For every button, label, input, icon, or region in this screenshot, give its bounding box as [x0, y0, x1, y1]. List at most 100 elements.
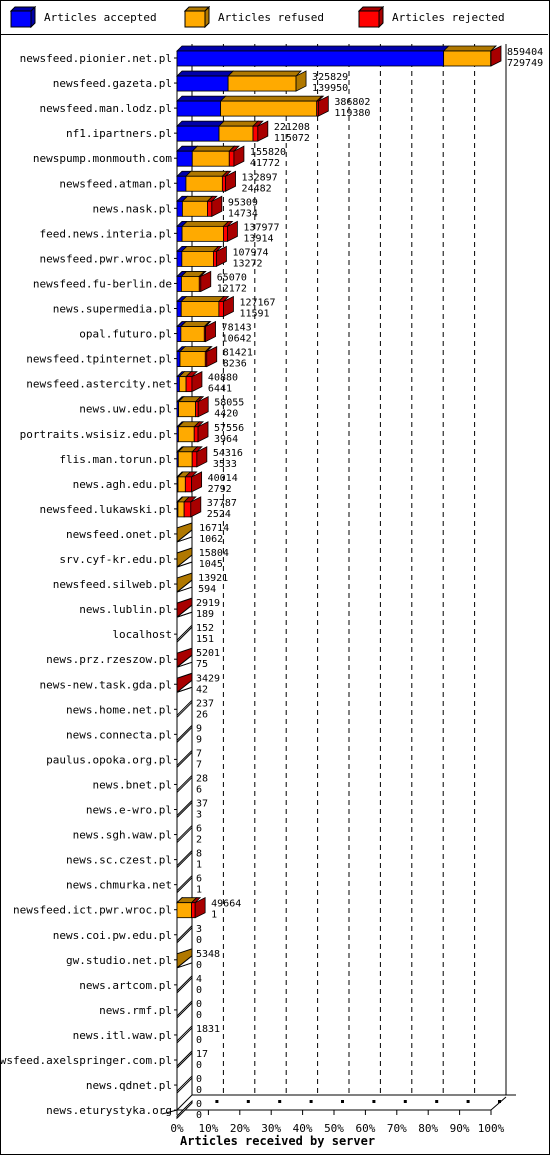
bar-accepted — [176, 175, 187, 192]
category-label: news.prz.rzeszow.pl — [46, 653, 172, 666]
bar-refused — [177, 476, 186, 493]
bar-rejected — [228, 150, 235, 167]
bar-refused — [176, 902, 192, 919]
value-label-total: 237 — [196, 698, 214, 709]
category-label: gw.studio.net.pl — [66, 954, 172, 967]
x-tick-marker — [372, 1100, 376, 1103]
x-tick-marker — [278, 1100, 282, 1103]
category-label: news.itl.waw.pl — [73, 1029, 172, 1042]
value-label-accepted: 11591 — [239, 309, 269, 320]
bar-refused — [181, 276, 200, 292]
bar-rejected — [185, 376, 193, 393]
bar-row: newsfeed.man.lodz.pl 386802119380 — [40, 95, 370, 119]
x-tick-marker — [246, 1100, 250, 1103]
bar-refused-top — [227, 70, 303, 77]
value-label-accepted: 75 — [196, 659, 208, 670]
bar-refused — [218, 125, 254, 142]
category-label: news.agh.edu.pl — [73, 478, 172, 491]
bar-row: newsfeed.lukawski.pl 377872524 — [40, 496, 237, 520]
bar-row: srv.cyf-kr.edu.pl 158041045 — [59, 547, 229, 570]
x-tick-marker — [466, 1100, 470, 1103]
value-label-total: 40014 — [208, 473, 238, 484]
bar-row: news.uw.edu.pl 580554420 — [79, 396, 244, 420]
bar-row: localhost 152151 — [112, 623, 214, 645]
bar-empty — [176, 849, 193, 869]
value-label-total: 6 — [196, 824, 202, 835]
bar-refused — [177, 501, 185, 518]
category-label: news.coi.pw.edu.pl — [53, 929, 172, 942]
bar-row: news.sgh.waw.pl 62 — [73, 824, 202, 846]
value-label-total: 3429 — [196, 673, 220, 684]
category-label: news.e-wro.pl — [86, 804, 172, 817]
category-label: feed.news.interia.pl — [40, 227, 172, 240]
bar-row: newspump.monmouth.com 15582041772 — [33, 145, 286, 169]
value-label-total: 155820 — [250, 147, 286, 158]
bar-accepted — [176, 326, 182, 342]
bar-row: news.lublin.pl 2919189 — [79, 597, 220, 620]
bar-rejected — [223, 225, 228, 242]
value-label-accepted: 0 — [196, 1110, 202, 1121]
category-label: paulus.opoka.org.pl — [46, 753, 172, 766]
bar-accepted — [176, 250, 183, 267]
value-label-total: 13921 — [198, 573, 228, 584]
value-label-accepted: 3533 — [213, 459, 237, 470]
bar-row: news.rmf.pl 00 — [99, 999, 202, 1021]
value-label-accepted: 3 — [196, 810, 202, 821]
bar-refused — [227, 75, 297, 92]
bar-refused-top — [180, 245, 220, 252]
bar-row: newsfeed.ict.pwr.wroc.pl 496641 — [13, 897, 241, 921]
category-label: flis.man.torun.pl — [59, 453, 172, 466]
value-label-total: 2919 — [196, 598, 220, 609]
bar-empty — [176, 1074, 193, 1095]
value-label-accepted: 7 — [196, 759, 202, 770]
value-label-accepted: 189 — [196, 609, 214, 620]
value-label-total: 17 — [196, 1049, 208, 1060]
value-label-accepted: 9 — [196, 734, 202, 745]
value-label-accepted: 1 — [196, 860, 202, 871]
value-label-total: 9 — [196, 723, 202, 734]
bar-rejected — [207, 200, 213, 217]
category-label: news.uw.edu.pl — [79, 403, 172, 416]
bar-refused — [178, 376, 187, 393]
bar-row: newsfeed.astercity.net 408806441 — [26, 371, 238, 395]
value-label-accepted: 6 — [196, 784, 202, 795]
bar-rejected — [191, 451, 198, 468]
bar-row: nf1.ipartners.pl 221208115072 — [66, 120, 310, 144]
category-label: newsfeed.onet.pl — [66, 528, 172, 541]
bar-accepted — [176, 276, 182, 292]
bar-accepted — [176, 225, 183, 242]
value-label-total: 78143 — [222, 323, 252, 334]
bar-row: news.supermedia.pl 12716711591 — [53, 295, 276, 320]
bar-accepted — [176, 100, 222, 117]
bar-empty — [176, 749, 193, 769]
value-label-accepted: 0 — [196, 1010, 202, 1021]
bar-refused — [178, 401, 196, 418]
bar-empty — [176, 623, 193, 644]
value-label-total: 15804 — [199, 548, 229, 559]
category-label: newsfeed.ict.pwr.wroc.pl — [13, 904, 172, 917]
x-tick-marker — [215, 1100, 219, 1103]
bar-refused — [180, 326, 205, 342]
value-label-accepted: 14734 — [228, 208, 258, 219]
bar-refused — [180, 301, 220, 317]
value-label-total: 37 — [196, 799, 208, 810]
bar-rejected — [221, 175, 226, 192]
value-label-accepted: 12172 — [217, 283, 247, 294]
bar-row: gw.studio.net.pl 53480 — [66, 948, 220, 971]
category-label: newsfeed.tpinternet.pl — [26, 353, 172, 366]
bar-rejected — [213, 250, 217, 267]
category-label: newsfeed.gazeta.pl — [53, 77, 172, 90]
bar-refused — [443, 50, 492, 67]
floor-right-line — [490, 1096, 507, 1111]
category-label: news.sgh.waw.pl — [73, 829, 172, 842]
category-label: news.supermedia.pl — [53, 303, 172, 316]
bar-empty — [176, 1049, 193, 1070]
bar-refused — [177, 451, 193, 468]
category-label: newsfeed.axelspringer.com.pl — [0, 1054, 172, 1067]
value-label-total: 28 — [196, 773, 208, 784]
x-axis-title: Articles received by server — [180, 1134, 375, 1148]
category-label: newsfeed.pionier.net.pl — [20, 52, 172, 65]
bar-refused-top — [184, 170, 229, 177]
bar-row: news.e-wro.pl 373 — [86, 799, 208, 821]
category-label: news.home.net.pl — [66, 703, 172, 716]
